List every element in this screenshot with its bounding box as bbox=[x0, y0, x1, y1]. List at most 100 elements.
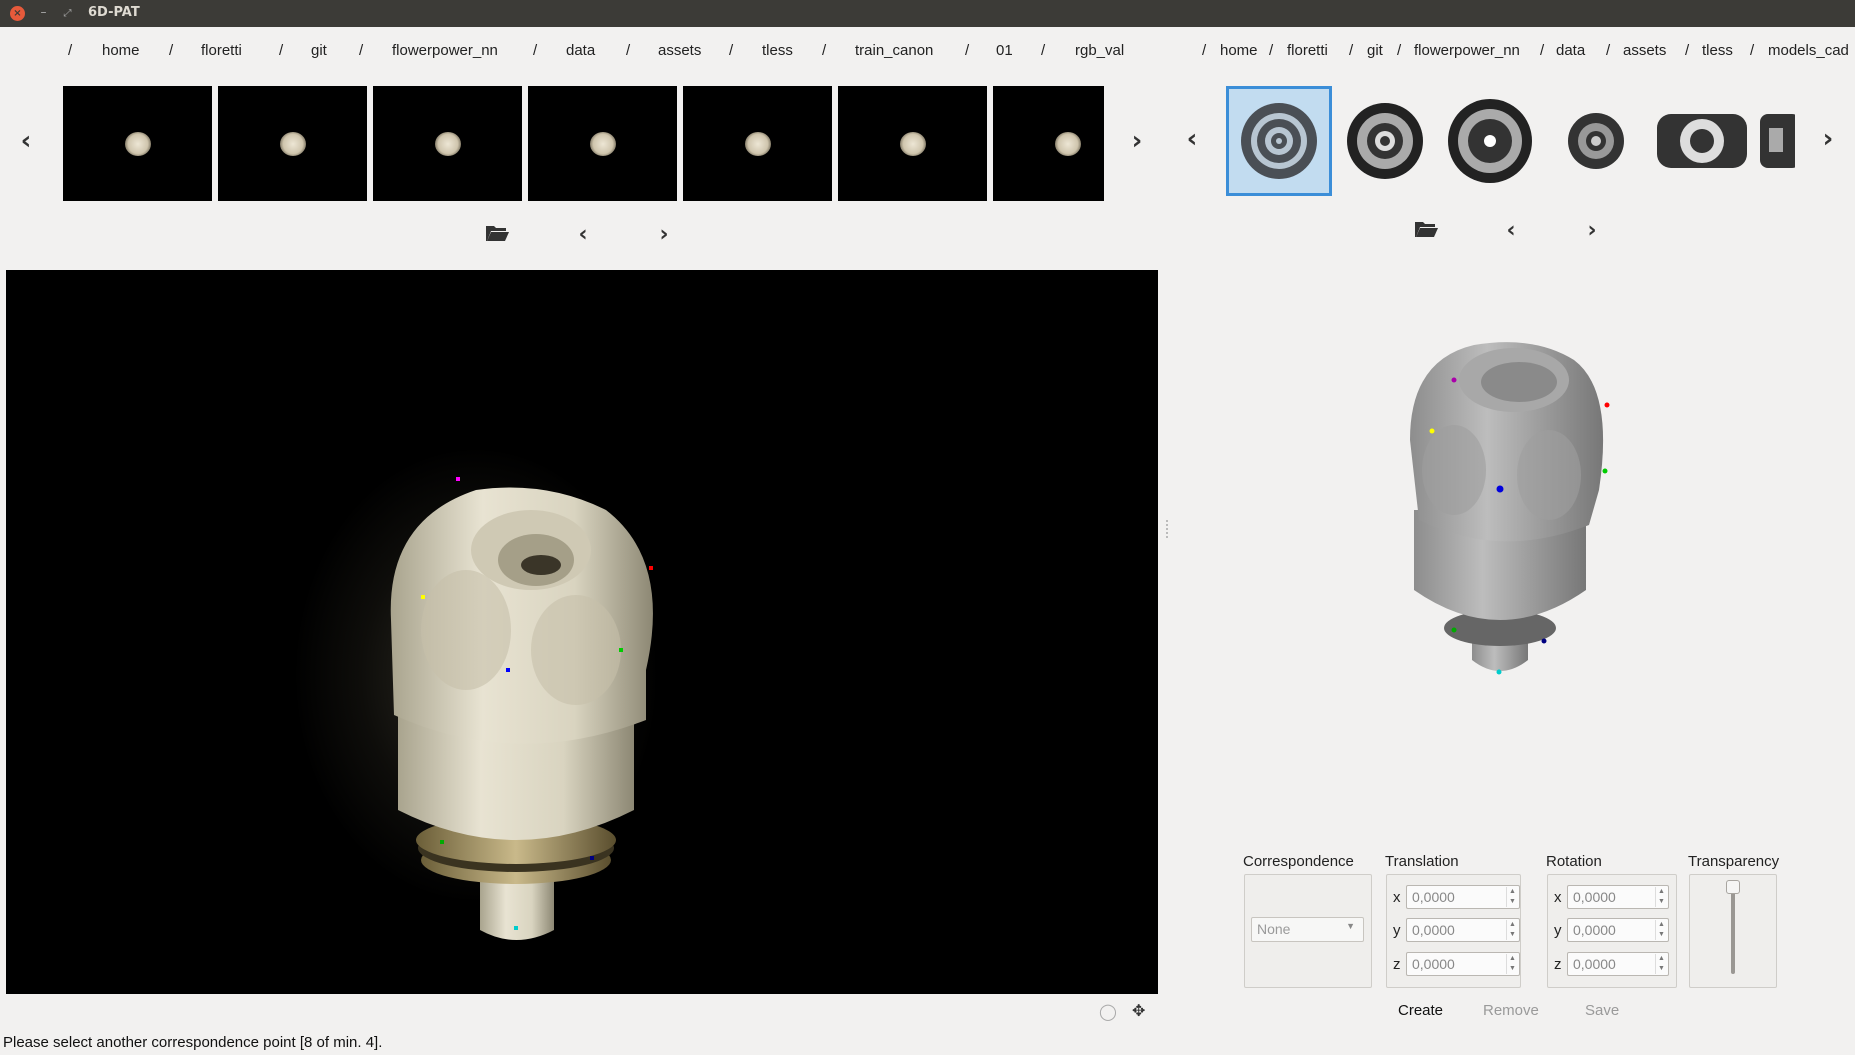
breadcrumb-separator: / bbox=[359, 42, 364, 59]
chevron-down-icon: ▼ bbox=[1346, 921, 1355, 931]
image-thumbnail[interactable] bbox=[373, 86, 522, 201]
rotation-y-value: 0,0000 bbox=[1573, 922, 1616, 938]
translation-y-value: 0,0000 bbox=[1412, 922, 1455, 938]
breadcrumb-item-git[interactable]: git bbox=[1367, 42, 1383, 59]
right-breadcrumb: / home / floretti / git / flowerpower_nn… bbox=[1160, 42, 1855, 62]
rotation-x-value: 0,0000 bbox=[1573, 889, 1616, 905]
image-thumbnail[interactable] bbox=[838, 86, 987, 201]
translation-y-label: y bbox=[1393, 922, 1401, 939]
spin-arrows-icon[interactable]: ▲ ▼ bbox=[1655, 954, 1667, 974]
breadcrumb-separator: / bbox=[1202, 42, 1207, 59]
window-title: 6D-PAT bbox=[88, 5, 140, 20]
spin-arrows-icon[interactable]: ▲ ▼ bbox=[1506, 887, 1518, 907]
remove-button[interactable]: Remove bbox=[1483, 1002, 1539, 1019]
rotation-z-field[interactable]: 0,0000 ▲ ▼ bbox=[1567, 952, 1669, 976]
breadcrumb-item-tless[interactable]: tless bbox=[762, 42, 793, 59]
save-button[interactable]: Save bbox=[1585, 1002, 1619, 1019]
breadcrumb-item-assets[interactable]: assets bbox=[1623, 42, 1666, 59]
breadcrumb-item-rgb-val[interactable]: rgb_val bbox=[1075, 42, 1124, 59]
next-image-button[interactable]: › bbox=[649, 222, 679, 248]
image-thumbnail[interactable] bbox=[683, 86, 832, 201]
object-preview bbox=[280, 132, 306, 156]
breadcrumb-item-01[interactable]: 01 bbox=[996, 42, 1013, 59]
correspondence-select[interactable]: None ▼ bbox=[1251, 917, 1364, 942]
breadcrumb-separator: / bbox=[1606, 42, 1611, 59]
breadcrumb-separator: / bbox=[965, 42, 970, 59]
image-thumbnail[interactable] bbox=[218, 86, 367, 201]
gallery-next-button[interactable]: › bbox=[1125, 126, 1149, 156]
move-icon[interactable]: ✥ bbox=[1132, 1001, 1145, 1020]
translation-label: Translation bbox=[1385, 853, 1459, 870]
previous-image-button[interactable]: ‹ bbox=[568, 222, 598, 248]
toggle-icon[interactable]: ◯ bbox=[1099, 1002, 1117, 1021]
breadcrumb-item-models-cad[interactable]: models_cad bbox=[1768, 42, 1849, 59]
model-viewer[interactable] bbox=[1214, 270, 1814, 700]
image-thumbnail[interactable] bbox=[528, 86, 677, 201]
minimize-icon[interactable]: – bbox=[36, 6, 51, 21]
breadcrumb-separator: / bbox=[1041, 42, 1046, 59]
translation-z-field[interactable]: 0,0000 ▲ ▼ bbox=[1406, 952, 1520, 976]
model-gallery-next-button[interactable]: › bbox=[1816, 124, 1840, 154]
model-thumbnail[interactable] bbox=[1755, 86, 1795, 196]
breadcrumb-separator: / bbox=[822, 42, 827, 59]
breadcrumb-item-git[interactable]: git bbox=[311, 42, 327, 59]
maximize-icon[interactable]: ⤢ bbox=[60, 6, 75, 21]
transparency-label: Transparency bbox=[1688, 853, 1780, 870]
panel-splitter[interactable] bbox=[1166, 520, 1168, 538]
folder-open-icon[interactable] bbox=[1411, 218, 1441, 244]
model-gallery-prev-button[interactable]: ‹ bbox=[1180, 124, 1204, 154]
breadcrumb-item-floretti[interactable]: floretti bbox=[201, 42, 242, 59]
spin-arrows-icon[interactable]: ▲ ▼ bbox=[1506, 920, 1518, 940]
breadcrumb-separator: / bbox=[68, 42, 73, 59]
breadcrumb-item-data[interactable]: data bbox=[566, 42, 595, 59]
transparency-slider-track[interactable] bbox=[1731, 888, 1735, 974]
breadcrumb-item-data[interactable]: data bbox=[1556, 42, 1585, 59]
previous-model-button[interactable]: ‹ bbox=[1496, 218, 1526, 244]
model-thumbnail[interactable] bbox=[1438, 86, 1544, 196]
correspondence-label: Correspondence bbox=[1243, 853, 1354, 870]
breadcrumb-item-tless[interactable]: tless bbox=[1702, 42, 1733, 59]
translation-x-value: 0,0000 bbox=[1412, 889, 1455, 905]
image-viewer[interactable] bbox=[6, 270, 1158, 994]
rotation-label: Rotation bbox=[1546, 853, 1602, 870]
breadcrumb-item-assets[interactable]: assets bbox=[658, 42, 701, 59]
translation-z-label: z bbox=[1393, 956, 1401, 973]
spin-arrows-icon[interactable]: ▲ ▼ bbox=[1655, 887, 1667, 907]
translation-y-field[interactable]: 0,0000 ▲ ▼ bbox=[1406, 918, 1520, 942]
status-message: Please select another correspondence poi… bbox=[3, 1034, 383, 1051]
transparency-slider-handle[interactable] bbox=[1726, 880, 1740, 894]
breadcrumb-separator: / bbox=[279, 42, 284, 59]
image-thumbnail[interactable] bbox=[993, 86, 1104, 201]
breadcrumb-item-train-canon[interactable]: train_canon bbox=[855, 42, 933, 59]
folder-open-icon[interactable] bbox=[482, 222, 512, 248]
breadcrumb-item-flowerpower-nn[interactable]: flowerpower_nn bbox=[392, 42, 498, 59]
breadcrumb-item-home[interactable]: home bbox=[102, 42, 140, 59]
object-preview bbox=[125, 132, 151, 156]
rotation-z-label: z bbox=[1554, 956, 1562, 973]
model-thumbnail[interactable] bbox=[1333, 86, 1439, 196]
correspondence-value: None bbox=[1257, 921, 1291, 937]
rotation-y-field[interactable]: 0,0000 ▲ ▼ bbox=[1567, 918, 1669, 942]
object-preview bbox=[435, 132, 461, 156]
rotation-x-field[interactable]: 0,0000 ▲ ▼ bbox=[1567, 885, 1669, 909]
breadcrumb-item-home[interactable]: home bbox=[1220, 42, 1258, 59]
image-thumbnail[interactable] bbox=[63, 86, 212, 201]
breadcrumb-item-floretti[interactable]: floretti bbox=[1287, 42, 1328, 59]
breadcrumb-separator: / bbox=[1397, 42, 1402, 59]
model-thumbnail[interactable] bbox=[1226, 86, 1332, 196]
left-breadcrumb: / home / floretti / git / flowerpower_nn… bbox=[0, 42, 1160, 62]
breadcrumb-item-flowerpower-nn[interactable]: flowerpower_nn bbox=[1414, 42, 1520, 59]
close-icon[interactable]: × bbox=[10, 6, 25, 21]
translation-x-field[interactable]: 0,0000 ▲ ▼ bbox=[1406, 885, 1520, 909]
model-thumbnail[interactable] bbox=[1649, 86, 1755, 196]
spin-arrows-icon[interactable]: ▲ ▼ bbox=[1506, 954, 1518, 974]
rotation-y-label: y bbox=[1554, 922, 1562, 939]
translation-z-value: 0,0000 bbox=[1412, 956, 1455, 972]
breadcrumb-separator: / bbox=[626, 42, 631, 59]
create-button[interactable]: Create bbox=[1398, 1002, 1443, 1019]
breadcrumb-separator: / bbox=[1685, 42, 1690, 59]
model-thumbnail[interactable] bbox=[1543, 86, 1649, 196]
spin-arrows-icon[interactable]: ▲ ▼ bbox=[1655, 920, 1667, 940]
next-model-button[interactable]: › bbox=[1577, 218, 1607, 244]
gallery-prev-button[interactable]: ‹ bbox=[14, 126, 38, 156]
